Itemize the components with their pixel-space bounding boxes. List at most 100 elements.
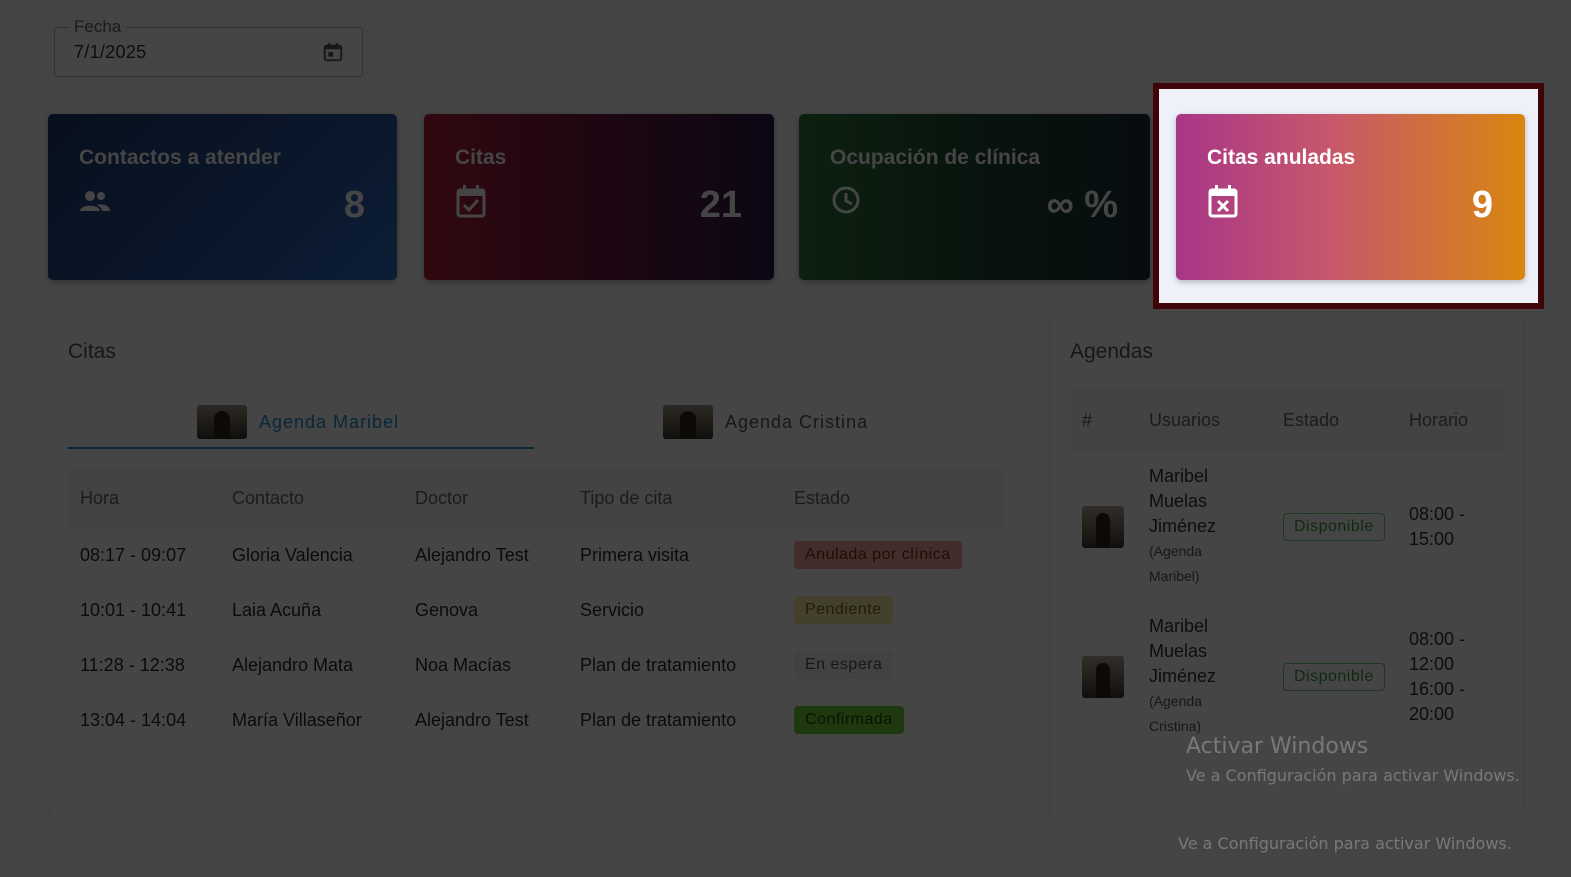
horario-line: 08:00 - [1409,628,1466,649]
user-name-line: Jiménez [1149,666,1217,686]
horario-line: 20:00 [1409,703,1455,724]
stat-value: ∞ % [1046,184,1118,226]
citas-panel: Citas Agenda Maribel Agenda Cristina Hor… [49,313,1024,817]
column-header[interactable]: Usuarios [1149,410,1283,431]
column-header[interactable]: Contacto [220,488,403,509]
calendar-check-icon [456,185,486,218]
user-agenda-line: Maribel) [1149,568,1200,584]
status-badge: En espera [794,651,894,679]
stat-title: Ocupación de clínica [830,146,1041,169]
cell-estado: Pendiente [782,596,1003,624]
calendar-icon[interactable] [322,41,344,63]
cell-doctor: Genova [415,599,479,620]
avatar [663,405,713,439]
stat-value: 21 [699,184,742,226]
status-badge: Confirmada [794,706,904,734]
horario-line: 12:00 [1409,653,1455,674]
status-badge: Pendiente [794,596,893,624]
table-row[interactable]: 08:17 - 09:07 Gloria Valencia Alejandro … [68,528,1003,583]
cell-estado: En espera [782,651,1003,679]
table-row[interactable]: 10:01 - 10:41 Laia Acuña Genova Servicio… [68,583,1003,638]
user-name-line: Muelas [1149,491,1208,511]
cell-contacto: Alejandro Mata [232,654,354,675]
column-header[interactable]: Doctor [403,488,568,509]
dashboard: Fecha 7/1/2025 Contactos a atender 8 Cit… [0,0,1571,877]
user-agenda-line: (Agenda [1149,693,1202,709]
date-value[interactable]: 7/1/2025 [74,42,146,63]
table-header: # Usuarios Estado Horario [1070,388,1504,452]
cell-estado: Disponible [1283,662,1409,691]
cell-contacto: Gloria Valencia [232,544,353,565]
avatar [197,405,247,439]
column-header[interactable]: Tipo de cita [568,488,782,509]
cell-horario: 08:00 - 12:00 16:00 - 20:00 [1409,627,1504,727]
cell-horario: 08:00 - 15:00 [1409,502,1504,552]
horario-line: 08:00 - [1409,503,1466,524]
horario-line: 16:00 - [1409,678,1466,699]
cell-doctor: Alejandro Test [415,709,529,730]
user-name-line: Maribel [1149,466,1209,486]
status-badge: Disponible [1283,662,1385,691]
cell-hora: 13:04 - 14:04 [80,709,187,730]
active-tab-indicator [68,447,534,449]
user-name-line: Maribel [1149,616,1209,636]
table-header: Hora Contacto Doctor Tipo de cita Estado [68,468,1003,528]
table-row[interactable]: Maribel Muelas Jiménez (Agenda Maribel) … [1070,452,1504,602]
avatar [1082,655,1124,698]
cell-contacto: Laia Acuña [232,599,322,620]
cell-hora: 10:01 - 10:41 [80,599,187,620]
horario-line: 15:00 [1409,528,1455,549]
tab-agenda-maribel[interactable]: Agenda Maribel [197,397,399,447]
citas-table: Hora Contacto Doctor Tipo de cita Estado… [68,468,1003,748]
cell-usuario: Maribel Muelas Jiménez (Agenda Maribel) [1149,464,1283,589]
watermark-subtitle: Ve a Configuración para activar Windows. [1186,766,1520,785]
cell-tipo: Plan de tratamiento [580,709,737,730]
column-header[interactable]: Horario [1409,410,1504,431]
cell-tipo: Plan de tratamiento [580,654,737,675]
user-agenda-line: (Agenda [1149,543,1202,559]
stat-card-ocupacion[interactable]: Ocupación de clínica ∞ % [799,114,1150,280]
cell-usuario: Maribel Muelas Jiménez (Agenda Cristina) [1149,614,1283,739]
cell-hora: 08:17 - 09:07 [80,544,187,565]
panel-title: Agendas [1070,340,1153,363]
cell-contacto: María Villaseñor [232,709,362,730]
cell-doctor: Noa Macías [415,654,512,675]
stat-value: 9 [1471,184,1493,226]
stat-card-contactos[interactable]: Contactos a atender 8 [48,114,397,280]
column-header[interactable]: Estado [782,488,1003,509]
people-icon [80,191,110,211]
tab-label: Agenda Cristina [725,411,869,432]
cell-estado: Disponible [1283,512,1409,541]
stat-value: 8 [343,184,365,226]
user-name-line: Muelas [1149,641,1208,661]
user-name-line: Jiménez [1149,516,1217,536]
stat-card-citas[interactable]: Citas 21 [424,114,774,280]
avatar-cell [1070,655,1149,698]
tab-agenda-cristina[interactable]: Agenda Cristina [663,397,868,447]
cell-tipo: Servicio [580,599,645,620]
tab-label: Agenda Maribel [259,411,400,432]
stat-title: Contactos a atender [79,146,281,169]
avatar [1082,505,1124,548]
table-row[interactable]: Maribel Muelas Jiménez (Agenda Cristina)… [1070,602,1504,752]
cell-estado: Confirmada [782,706,1003,734]
cell-doctor: Alejandro Test [415,544,529,565]
column-header[interactable]: Estado [1283,410,1409,431]
stat-card-citas-anuladas[interactable]: Citas anuladas 9 [1176,114,1525,280]
date-field[interactable]: Fecha 7/1/2025 [54,17,363,77]
watermark-title: Activar Windows [1186,734,1369,759]
date-label: Fecha [69,17,127,37]
column-header[interactable]: Hora [68,488,220,509]
table-row[interactable]: 13:04 - 14:04 María Villaseñor Alejandro… [68,693,1003,748]
clock-icon [832,186,860,214]
stat-title: Citas anuladas [1207,146,1356,169]
table-row[interactable]: 11:28 - 12:38 Alejandro Mata Noa Macías … [68,638,1003,693]
column-header[interactable]: # [1070,410,1149,431]
panel-title: Citas [68,340,116,363]
status-badge: Disponible [1283,512,1385,541]
avatar-cell [1070,505,1149,548]
status-badge: Anulada por clínica [794,541,962,569]
cell-estado: Anulada por clínica [782,541,1003,569]
watermark-subtitle: Ve a Configuración para activar Windows. [1178,834,1512,853]
agendas-table: # Usuarios Estado Horario Maribel Muelas… [1070,388,1504,752]
